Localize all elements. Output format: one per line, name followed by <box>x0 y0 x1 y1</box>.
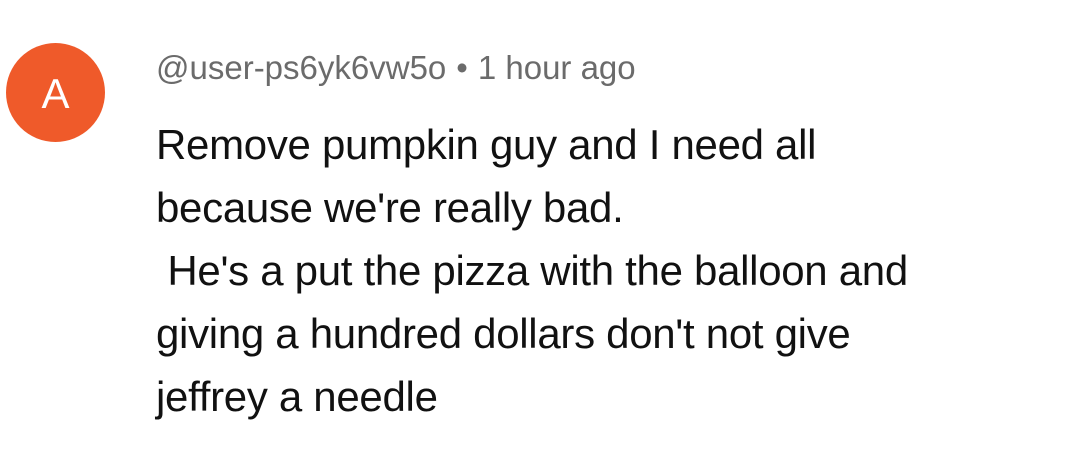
avatar-letter: A <box>41 69 70 117</box>
comment-item: A @user-ps6yk6vw5o • 1 hour ago Remove pum… <box>0 0 1067 457</box>
comment-meta: @user-ps6yk6vw5o • 1 hour ago <box>156 48 636 88</box>
comment-line: jeffrey a needle <box>156 373 438 420</box>
comment-line: because we're really bad. <box>156 184 624 231</box>
avatar[interactable]: A <box>6 43 105 142</box>
comment-body: Remove pumpkin guy and I need all becaus… <box>156 113 1056 428</box>
comment-line: He's a put the pizza with the balloon an… <box>156 247 908 294</box>
comment-line: Remove pumpkin guy and I need all <box>156 121 817 168</box>
comment-username[interactable]: @user-ps6yk6vw5o <box>156 49 446 86</box>
comment-line: giving a hundred dollars don't not give <box>156 310 851 357</box>
meta-separator: • <box>456 49 468 86</box>
comment-timestamp: 1 hour ago <box>477 49 636 86</box>
